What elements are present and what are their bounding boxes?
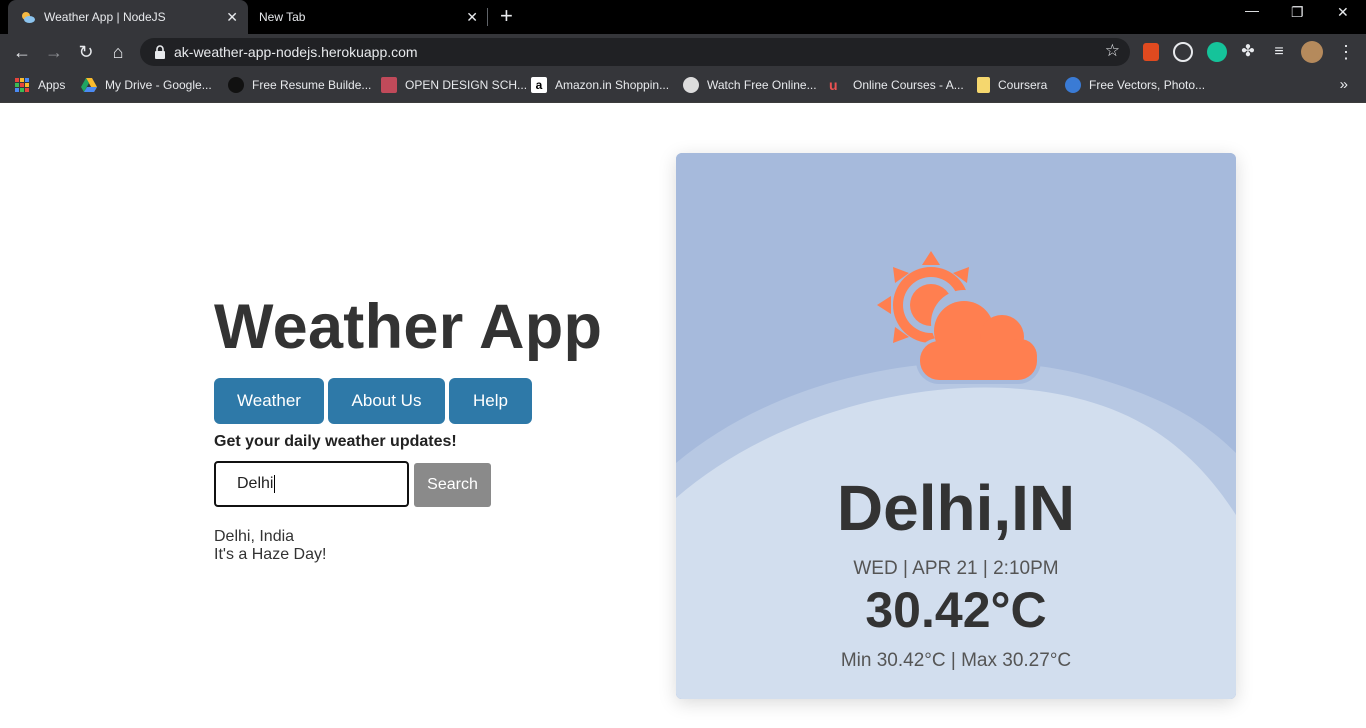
tab-title: New Tab [259,10,306,24]
bookmark-star-icon[interactable]: ☆ [1105,41,1120,61]
nav-help-button[interactable]: Help [449,378,532,424]
forward-arrow-icon[interactable]: → [42,40,66,64]
back-arrow-icon[interactable]: ← [10,40,34,64]
bookmark-amazon[interactable]: a Amazon.in Shoppin... [531,77,669,93]
menu-kebab-icon[interactable]: ⋮ [1334,40,1358,64]
nav-about-button[interactable]: About Us [328,378,445,424]
bookmark-label: Coursera [998,78,1048,92]
bookmark-free-vectors[interactable]: Free Vectors, Photo... [1065,77,1205,93]
close-tab-icon[interactable]: ✕ [466,8,478,26]
restore-window-icon[interactable]: ❐ [1291,4,1304,21]
more-bookmarks-chevron-icon[interactable]: » [1340,76,1348,93]
tab-weather-app[interactable]: Weather App | NodeJS ✕ [8,0,248,34]
extensions-puzzle-icon[interactable]: ✤ [1236,40,1260,64]
page-title: Weather App [214,292,603,362]
globe-icon [683,77,699,93]
resume-icon [228,77,244,93]
minimize-icon[interactable]: — [1245,2,1259,18]
new-tab-plus-icon[interactable]: + [500,5,513,27]
media-playlist-icon[interactable]: ≡ [1267,40,1291,64]
address-bar[interactable]: ak-weather-app-nodejs.herokuapp.com ☆ [140,38,1130,66]
bookmark-label: Free Vectors, Photo... [1089,78,1206,92]
apps-grid-icon [15,78,29,92]
profile-avatar-icon[interactable] [1301,41,1323,63]
result-condition: It's a Haze Day! [214,546,327,563]
bookmark-coursera[interactable]: Coursera [977,77,1047,93]
card-min-max: Min 30.42°C | Max 30.27°C [840,650,1072,671]
weather-favicon-icon [22,12,35,23]
text-caret [274,474,276,493]
google-drive-icon [81,78,97,92]
card-datetime: WED | APR 21 | 2:10PM [853,558,1059,579]
browser-toolbar: ← → ↻ ⌂ ak-weather-app-nodejs.herokuapp.… [0,34,1366,70]
bookmark-resume-builder[interactable]: Free Resume Builde... [228,77,371,93]
browser-tab-bar: Weather App | NodeJS ✕ New Tab ✕ + — ❐ ✕ [0,0,1366,34]
udemy-icon: u [829,77,838,93]
search-button[interactable]: Search [414,463,491,507]
tab-title: Weather App | NodeJS [44,10,166,24]
bookmark-open-design-school[interactable]: OPEN DESIGN SCH... [381,77,527,93]
bookmark-label: OPEN DESIGN SCH... [405,78,528,92]
bookmark-label: Free Resume Builde... [252,78,372,92]
office-extension-icon[interactable] [1143,43,1159,61]
grammarly-icon[interactable] [1207,42,1227,62]
page-content: Weather App Weather About Us Help Get yo… [0,103,1366,728]
close-window-icon[interactable]: ✕ [1337,4,1349,21]
search-result: Delhi, India It's a Haze Day! [214,528,326,564]
bookmark-label: Apps [38,78,66,92]
bookmark-my-drive[interactable]: My Drive - Google... [81,77,212,93]
bookmark-label: My Drive - Google... [105,78,212,92]
tab-separator [487,8,488,26]
bookmark-online-courses[interactable]: u Online Courses - A... [829,77,964,93]
freepik-icon [1065,77,1081,93]
bookmarks-bar: Apps My Drive - Google... Free Resume Bu… [0,70,1366,103]
bookmark-label: Online Courses - A... [853,78,964,92]
close-tab-icon[interactable]: ✕ [226,8,238,26]
reload-icon[interactable]: ↻ [74,40,98,64]
amazon-icon: a [531,77,547,93]
url-text: ak-weather-app-nodejs.herokuapp.com [174,44,418,60]
folder-icon [977,77,990,93]
bookmark-label: Watch Free Online... [707,78,817,92]
tab-new-tab[interactable]: New Tab ✕ [248,0,488,34]
result-location: Delhi, India [214,528,295,545]
nav-weather-button[interactable]: Weather [214,378,324,424]
bookmark-label: Amazon.in Shoppin... [555,78,670,92]
location-search-input[interactable]: Delhi [214,461,409,507]
bookmark-watch-free-online[interactable]: Watch Free Online... [683,77,817,93]
tagline: Get your daily weather updates! [214,433,457,450]
weather-card: Delhi,IN WED | APR 21 | 2:10PM 30.42°C M… [676,153,1236,699]
card-city: Delhi,IN [836,472,1076,544]
extension-circle-icon[interactable] [1173,42,1193,62]
home-icon[interactable]: ⌂ [106,40,130,64]
card-temperature: 30.42°C [865,582,1047,638]
design-school-icon [381,77,397,93]
bookmark-apps[interactable]: Apps [14,77,65,93]
search-input-value: Delhi [237,475,274,492]
lock-icon [155,45,165,59]
main-nav: Weather About Us Help [214,378,532,424]
